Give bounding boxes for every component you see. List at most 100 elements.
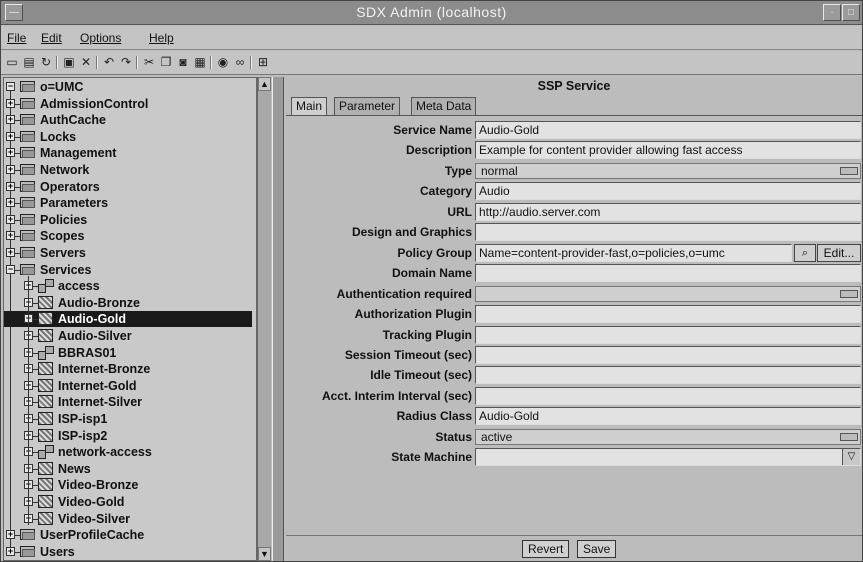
expand-icon[interactable]: + (6, 148, 15, 158)
tree-item-internet-silver[interactable]: +Internet-Silver (4, 394, 252, 410)
minimize-button[interactable]: · (823, 4, 841, 21)
tree-root[interactable]: − o=UMC (4, 79, 252, 95)
tree-item-network[interactable]: + Network (4, 162, 252, 178)
policy-group-edit-button[interactable]: Edit... (817, 243, 861, 262)
dropdown-icon[interactable] (840, 432, 858, 441)
refresh-icon[interactable]: ↻ (39, 55, 53, 69)
expand-icon[interactable]: + (6, 530, 15, 540)
dropdown-icon[interactable] (840, 289, 858, 298)
tree-item-video-silver[interactable]: +Video-Silver (4, 511, 252, 527)
expand-icon[interactable]: + (6, 198, 15, 208)
service-name-field[interactable]: Audio-Gold (475, 121, 861, 139)
tree-item-services[interactable]: − Services (4, 262, 252, 278)
chevron-down-icon[interactable]: ▽ (842, 449, 860, 466)
tree-item-video-gold[interactable]: +Video-Gold (4, 494, 252, 510)
new-icon[interactable]: ▭ (5, 55, 19, 69)
description-field[interactable]: Example for content provider allowing fa… (475, 141, 861, 160)
menu-help[interactable]: Help (149, 31, 174, 45)
tree-item-policies[interactable]: + Policies (4, 212, 252, 228)
expand-icon[interactable]: + (6, 214, 15, 224)
tree-item-authcache[interactable]: + AuthCache (4, 112, 252, 128)
pane-splitter[interactable] (272, 77, 284, 561)
authorization-plugin-field[interactable] (475, 305, 861, 324)
disk-icon[interactable]: ▣ (62, 55, 76, 69)
tree-item-isp-isp1[interactable]: +ISP-isp1 (4, 411, 252, 427)
menu-edit[interactable]: Edit (41, 31, 62, 45)
scroll-up-icon[interactable]: ▲ (258, 77, 271, 91)
link-icon[interactable]: ∞ (233, 55, 247, 69)
radius-class-field[interactable]: Audio-Gold (475, 407, 861, 426)
domain-name-field[interactable] (475, 264, 861, 283)
cut-icon[interactable]: ✂ (142, 55, 156, 69)
expand-icon[interactable]: + (6, 546, 15, 556)
tree-item-label: UserProfileCache (40, 528, 145, 543)
tree-scrollbar[interactable]: ▲ ▼ (257, 77, 271, 561)
scroll-down-icon[interactable]: ▼ (258, 547, 271, 561)
tree-item-audio-gold[interactable]: +Audio-Gold (4, 311, 252, 328)
tree-item-audio-silver[interactable]: +Audio-Silver (4, 328, 252, 344)
tree-item-servers[interactable]: + Servers (4, 245, 252, 261)
tree-item-video-bronze[interactable]: +Video-Bronze (4, 477, 252, 493)
directory-tree[interactable]: − o=UMC + AdmissionControl + AuthCache + Lock… (3, 77, 257, 561)
tab-parameter[interactable]: Parameter (334, 97, 401, 115)
acct-interim-interval-sec-field[interactable] (475, 386, 861, 405)
tree-item-admissioncontrol[interactable]: + AdmissionControl (4, 96, 252, 112)
revert-button[interactable]: Revert (522, 540, 570, 558)
tree-item-scopes[interactable]: + Scopes (4, 228, 252, 244)
tree-item-internet-gold[interactable]: +Internet-Gold (4, 378, 252, 394)
save-icon[interactable]: ▤ (22, 55, 36, 69)
state-machine-combo[interactable]: ▽ (475, 448, 861, 467)
expand-icon[interactable]: + (6, 231, 15, 241)
maximize-button[interactable]: □ (842, 4, 860, 21)
expand-icon[interactable]: + (6, 115, 15, 125)
redo-icon[interactable]: ↷ (119, 55, 133, 69)
dropdown-icon[interactable] (840, 166, 858, 175)
collapse-icon[interactable]: − (6, 82, 15, 91)
delete-icon[interactable]: ✕ (79, 55, 93, 69)
tree-item-audio-bronze[interactable]: +Audio-Bronze (4, 295, 252, 311)
authentication-required-select[interactable] (475, 285, 861, 302)
expand-icon[interactable]: + (6, 98, 15, 108)
status-select[interactable]: active (475, 428, 861, 445)
policy-group-field[interactable]: Name=content-provider-fast,o=policies,o=… (475, 243, 792, 262)
category-field[interactable]: Audio (475, 182, 861, 201)
session-timeout-sec-field[interactable] (475, 345, 861, 364)
tree-item-label: Policies (40, 212, 88, 227)
tree-item-internet-bronze[interactable]: +Internet-Bronze (4, 361, 252, 377)
save-button[interactable]: Save (577, 540, 617, 558)
tree-item-bbras01[interactable]: +BBRAS01 (4, 345, 252, 361)
tree-item-access[interactable]: +access (4, 278, 252, 294)
tree-item-management[interactable]: + Management (4, 145, 252, 161)
view-icon[interactable]: ◉ (216, 55, 230, 69)
expand-icon[interactable]: + (6, 248, 15, 257)
tab-main[interactable]: Main (291, 97, 328, 116)
copy-icon[interactable]: ❐ (159, 55, 173, 69)
type-select[interactable]: normal (475, 162, 861, 179)
paste-icon[interactable]: ▦ (193, 55, 207, 69)
design-and-graphics-field[interactable] (475, 223, 861, 242)
tree-item-isp-isp2[interactable]: +ISP-isp2 (4, 428, 252, 444)
tree-services-line (28, 275, 29, 525)
tree-item-parameters[interactable]: + Parameters (4, 195, 252, 211)
camera-icon[interactable]: ◙ (176, 55, 190, 69)
search-icon[interactable]: ⌕ (794, 243, 816, 262)
idle-timeout-sec-field[interactable] (475, 366, 861, 385)
menu-file[interactable]: File (7, 31, 26, 45)
tree-item-operators[interactable]: + Operators (4, 179, 252, 195)
expand-icon[interactable]: + (6, 165, 15, 174)
expand-icon[interactable]: + (6, 131, 15, 141)
undo-icon[interactable]: ↶ (102, 55, 116, 69)
tree-item-label: network-access (58, 445, 152, 460)
expand-icon[interactable]: + (6, 181, 15, 191)
tree-item-locks[interactable]: + Locks (4, 129, 252, 145)
tracking-plugin-field[interactable] (475, 325, 861, 344)
tree-item-userprofilecache[interactable]: + UserProfileCache (4, 527, 252, 543)
tree-item-news[interactable]: +News (4, 461, 252, 477)
tab-meta-data[interactable]: Meta Data (411, 97, 477, 115)
tree-item-network-access[interactable]: +network-access (4, 444, 252, 460)
collapse-icon[interactable]: − (6, 264, 15, 274)
properties-icon[interactable]: ⊞ (256, 55, 270, 69)
tree-item-users[interactable]: + Users (4, 544, 252, 560)
menu-options[interactable]: Options (80, 31, 121, 45)
url-field[interactable]: http://audio.server.com (475, 202, 861, 221)
